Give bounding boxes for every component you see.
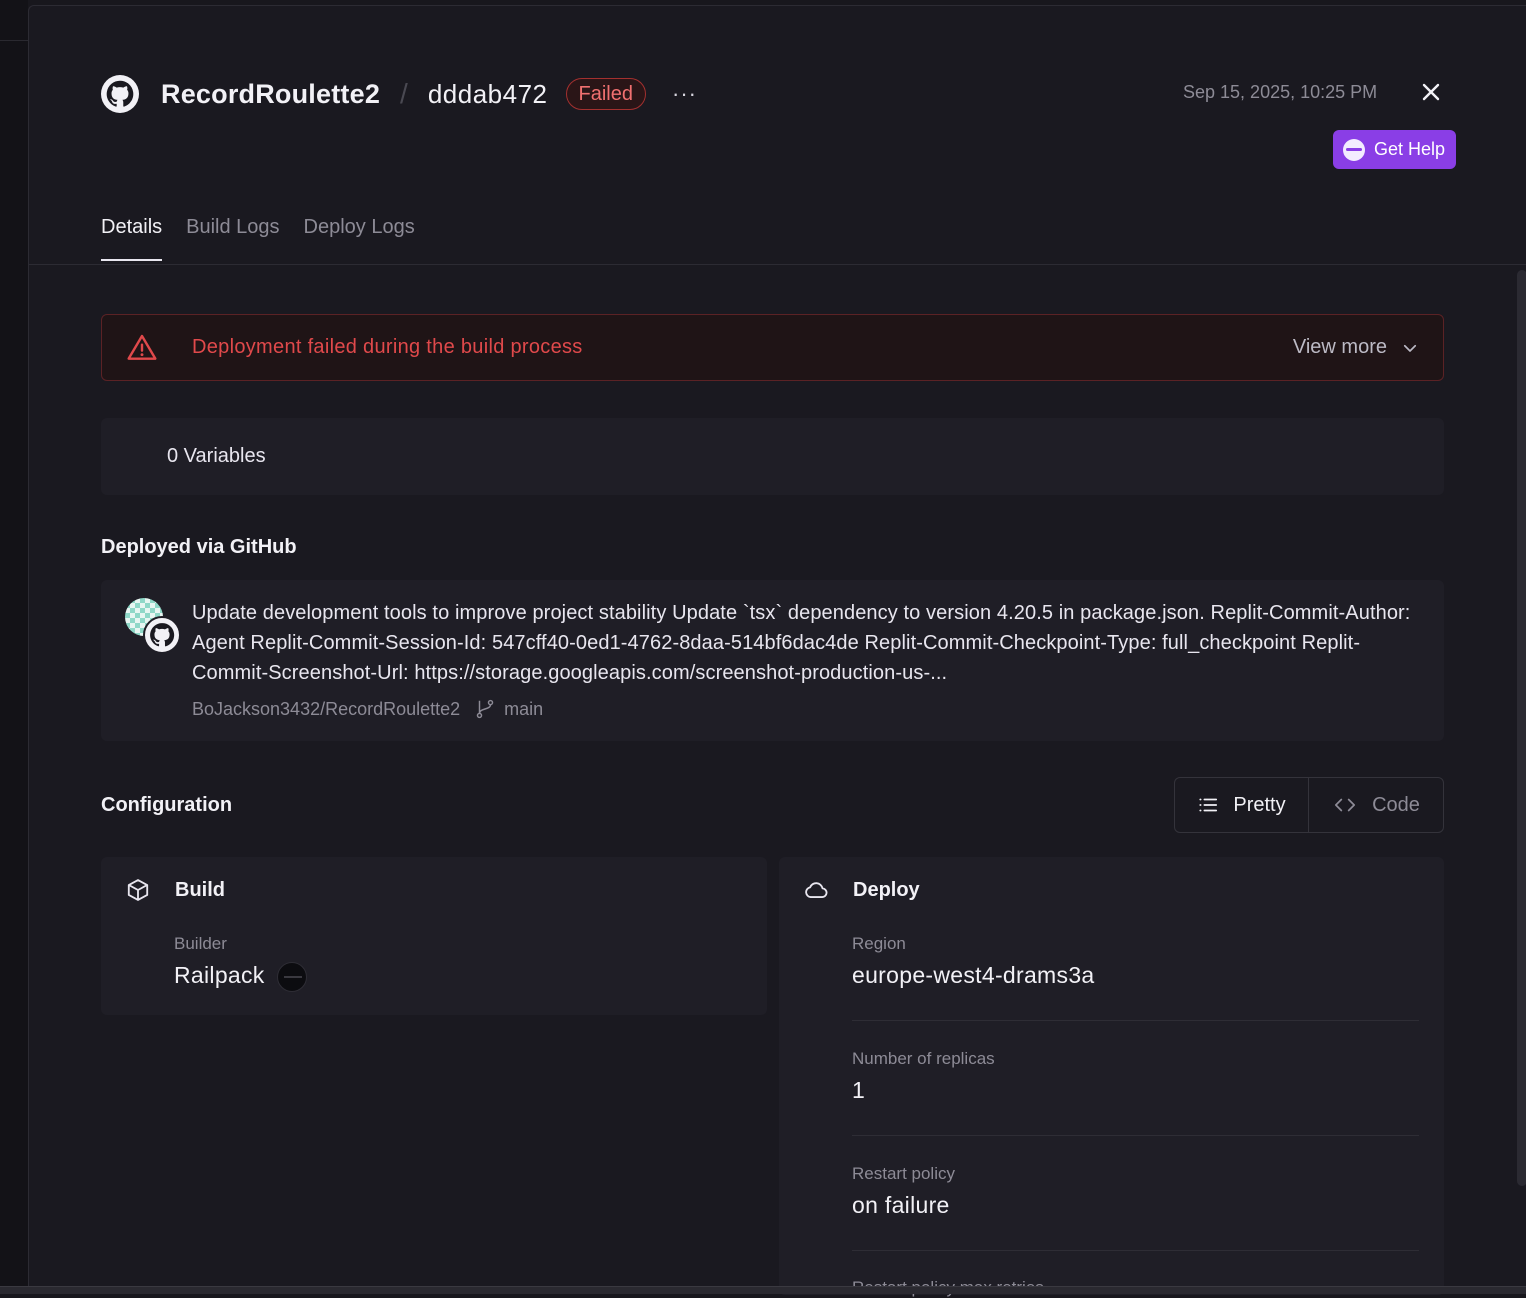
deployment-details-panel: RecordRoulette2 / dddab472 Failed ··· Se…: [28, 5, 1526, 1297]
restart-policy-value: on failure: [852, 1192, 950, 1218]
replicas-value: 1: [852, 1077, 866, 1103]
builder-name: Railpack: [174, 962, 265, 989]
branch-name: main: [504, 698, 544, 719]
restart-policy-label: Restart policy: [852, 1164, 955, 1183]
project-name[interactable]: RecordRoulette2: [161, 79, 380, 110]
github-avatar-icon: [143, 616, 181, 654]
cloud-icon: [805, 882, 828, 898]
repo-link[interactable]: BoJackson3432/RecordRoulette2: [192, 699, 460, 720]
tab-build-logs[interactable]: Build Logs: [186, 216, 279, 261]
panel-header: RecordRoulette2 / dddab472 Failed ···: [101, 74, 697, 114]
region-label: Region: [852, 934, 906, 953]
tabs-divider: [29, 264, 1526, 265]
builder-value: Railpack: [174, 962, 307, 992]
tab-deploy-logs[interactable]: Deploy Logs: [304, 216, 415, 261]
view-more-button[interactable]: View more: [1293, 336, 1419, 359]
scrollbar-thumb[interactable]: [1517, 270, 1526, 1186]
get-help-button[interactable]: Get Help: [1333, 130, 1456, 169]
git-branch-icon: [476, 699, 494, 719]
code-view-button[interactable]: Code: [1309, 778, 1443, 832]
bottom-edge-bar: [0, 1286, 1526, 1294]
branch[interactable]: main: [474, 698, 543, 720]
view-mode-toggle: Pretty Code: [1174, 777, 1444, 833]
close-icon: [1422, 83, 1440, 101]
replicas-label: Number of replicas: [852, 1049, 995, 1068]
github-icon: [101, 75, 139, 113]
background-sidebar-segment: [0, 40, 28, 258]
help-icon: [1343, 138, 1365, 161]
build-card-header: Build: [125, 877, 225, 903]
more-options-button[interactable]: ···: [672, 83, 697, 105]
commit-card: Update development tools to improve proj…: [101, 580, 1444, 741]
get-help-label: Get Help: [1374, 139, 1446, 159]
deployment-date: Sep 15, 2025, 10:25 PM: [1183, 82, 1378, 102]
warning-icon: [127, 334, 157, 360]
commit-meta: BoJackson3432/RecordRoulette2 main: [192, 698, 543, 720]
field-divider: [852, 1250, 1419, 1251]
build-card: Build Builder Railpack: [101, 857, 767, 1015]
view-more-label: View more: [1292, 336, 1387, 358]
railpack-icon: [276, 962, 307, 992]
deploy-card-header: Deploy: [803, 877, 920, 903]
error-alert: Deployment failed during the build proce…: [101, 314, 1444, 381]
variables-count: 0 Variables: [167, 445, 266, 467]
tab-details[interactable]: Details: [101, 216, 163, 261]
commit-message: Update development tools to improve proj…: [192, 602, 1411, 684]
pretty-label: Pretty: [1233, 793, 1286, 816]
github-section-title: Deployed via GitHub: [101, 536, 297, 558]
field-divider: [852, 1020, 1419, 1021]
chevron-down-icon: [1403, 344, 1417, 352]
list-icon: [1199, 798, 1218, 812]
pretty-view-button[interactable]: Pretty: [1175, 778, 1309, 832]
cube-icon: [127, 879, 149, 901]
status-badge: Failed: [565, 78, 646, 110]
alert-message: Deployment failed during the build proce…: [192, 336, 583, 358]
configuration-title: Configuration: [101, 794, 233, 816]
tab-bar: Details Build Logs Deploy Logs: [101, 216, 415, 261]
close-button[interactable]: [1419, 80, 1443, 104]
code-icon: [1335, 798, 1356, 812]
deploy-title: Deploy: [853, 878, 920, 901]
region-value: europe-west4-drams3a: [852, 962, 1095, 988]
background-app: [0, 0, 28, 1294]
build-title: Build: [175, 878, 225, 901]
deploy-card: Deploy Region europe-west4-drams3a Numbe…: [779, 857, 1444, 1297]
field-divider: [852, 1135, 1419, 1136]
builder-label: Builder: [174, 934, 227, 953]
commit-id[interactable]: dddab472: [428, 79, 548, 110]
code-label: Code: [1372, 793, 1420, 816]
variables-row[interactable]: 0 Variables: [101, 418, 1444, 495]
breadcrumb-separator: /: [400, 78, 408, 109]
